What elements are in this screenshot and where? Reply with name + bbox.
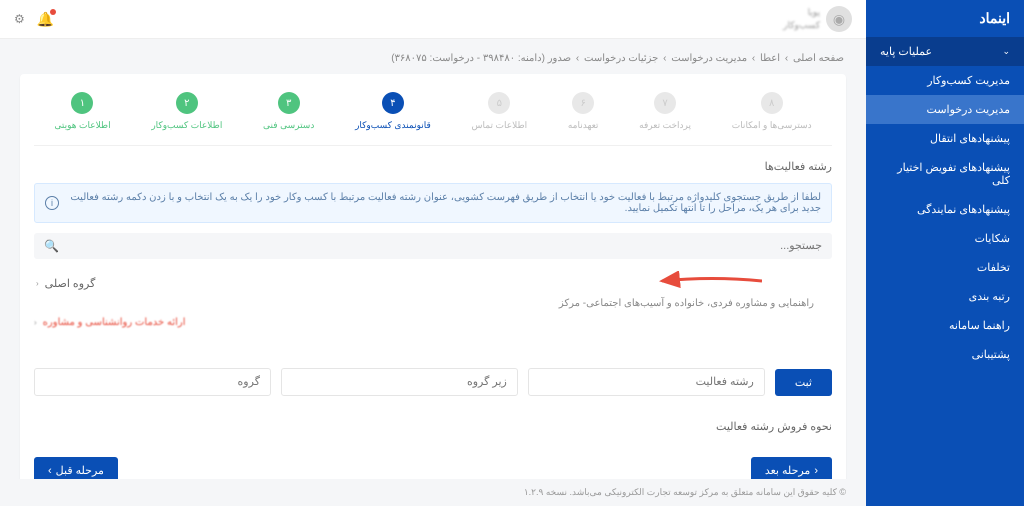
step-circle: ۱ [71,92,93,114]
breadcrumb: صفحه اصلی › اعطا › مدیریت درخواست › جزئی… [20,53,846,64]
chevron-right-icon: › [48,465,52,477]
info-text: لطفا از طریق جستجوی کلیدواژه مرتبط با فع… [65,192,821,214]
step-circle: ۵ [488,92,510,114]
chevron-left-icon: ‹ [36,279,39,288]
group-input[interactable] [34,368,271,396]
tree-blurred-item[interactable]: ارائه خدمات روانشناسی و مشاوره ‹ [34,317,832,328]
sidebar-item-delegation[interactable]: پیشنهادهای تفویض اختیار کلی [866,153,1024,195]
step-۸[interactable]: ۸ دسترسی‌ها و امکانات [732,92,812,131]
tree: گروه اصلی ‹ راهنمایی و مشاوره فردی، خانو… [34,273,832,328]
form-row: ثبت [34,368,832,396]
sidebar-item-complaints[interactable]: شکایات [866,224,1024,253]
step-circle: ۷ [654,92,676,114]
chevron-left-icon: ‹ [814,465,818,477]
settings-icon[interactable]: ⚙ [14,12,25,26]
footer: © کلیه حقوق این سامانه متعلق به مرکز توس… [0,479,866,506]
step-label: اطلاعات تماس [472,120,528,131]
tree-child[interactable]: راهنمایی و مشاوره فردی، خانواده و آسیب‌ه… [34,298,832,309]
main: ◉ پویا کسب‌وکار 🔔 ⚙ صفحه اصلی › اعطا › م… [0,0,866,506]
step-label: تعهدنامه [568,120,599,131]
notifications-icon[interactable]: 🔔 [37,11,54,28]
info-icon: i [45,196,59,210]
step-۷[interactable]: ۷ پرداخت تعرفه [639,92,691,131]
nav-section-label: عملیات پایه [880,45,932,58]
sidebar-item-business-mgmt[interactable]: مدیریت کسب‌وکار [866,66,1024,95]
chevron-left-icon: ‹ [34,318,37,327]
sidebar-item-guide[interactable]: راهنما سامانه [866,311,1024,340]
nav-section-base-ops[interactable]: ⌄ عملیات پایه [866,37,1024,66]
step-circle: ۶ [572,92,594,114]
sidebar-item-violations[interactable]: تخلفات [866,253,1024,282]
sidebar-item-request-mgmt[interactable]: مدیریت درخواست [866,95,1024,124]
section-title: رشته فعالیت‌ها [34,160,832,173]
search-wrap: 🔍 [34,233,832,259]
step-۵[interactable]: ۵ اطلاعات تماس [472,92,528,131]
step-circle: ۴ [382,92,404,114]
chevron-down-icon: ⌄ [1002,46,1010,57]
sell-method-title: نحوه فروش رشته فعالیت [34,420,832,433]
step-۲[interactable]: ۲ اطلاعات کسب‌وکار [151,92,222,131]
sidebar-item-agency[interactable]: پیشنهادهای نمایندگی [866,195,1024,224]
step-label: اطلاعات هویتی [54,120,110,131]
user-text: پویا کسب‌وکار [783,6,820,31]
main-card: ۱ اطلاعات هویتی ۲ اطلاعات کسب‌وکار ۳ دسترسی ف… [20,74,846,479]
sidebar: اینماد ⌄ عملیات پایه مدیریت کسب‌وکار مدی… [866,0,1024,506]
sidebar-item-transfer[interactable]: پیشنهادهای انتقال [866,124,1024,153]
stepper: ۱ اطلاعات هویتی ۲ اطلاعات کسب‌وکار ۳ دسترسی ف… [34,88,832,146]
topbar: ◉ پویا کسب‌وکار 🔔 ⚙ [0,0,866,39]
user-menu[interactable]: ◉ پویا کسب‌وکار [783,6,852,32]
nav-buttons: ‹ مرحله بعد مرحله قبل › [34,457,832,479]
annotation-arrow [652,271,762,291]
search-icon: 🔍 [44,239,59,253]
sidebar-item-rating[interactable]: رتبه بندی [866,282,1024,311]
step-circle: ۳ [278,92,300,114]
step-circle: ۸ [761,92,783,114]
step-label: قانونمندی کسب‌وکار [355,120,431,131]
step-label: اطلاعات کسب‌وکار [151,120,222,131]
step-۶[interactable]: ۶ تعهدنامه [568,92,599,131]
step-label: دسترسی فنی [263,120,314,131]
next-step-button[interactable]: ‹ مرحله بعد [751,457,832,479]
step-۳[interactable]: ۳ دسترسی فنی [263,92,314,131]
activity-input[interactable] [528,368,765,396]
sidebar-item-support[interactable]: پشتیبانی [866,340,1024,369]
prev-step-button[interactable]: مرحله قبل › [34,457,118,479]
step-label: دسترسی‌ها و امکانات [732,120,812,131]
brand-logo: اینماد [866,0,1024,37]
step-۱[interactable]: ۱ اطلاعات هویتی [54,92,110,131]
info-box: لطفا از طریق جستجوی کلیدواژه مرتبط با فع… [34,183,832,223]
subgroup-input[interactable] [281,368,518,396]
submit-button[interactable]: ثبت [775,369,832,396]
search-input[interactable] [67,240,822,252]
step-label: پرداخت تعرفه [639,120,691,131]
avatar-icon: ◉ [826,6,852,32]
step-circle: ۲ [176,92,198,114]
step-۴[interactable]: ۴ قانونمندی کسب‌وکار [355,92,431,131]
